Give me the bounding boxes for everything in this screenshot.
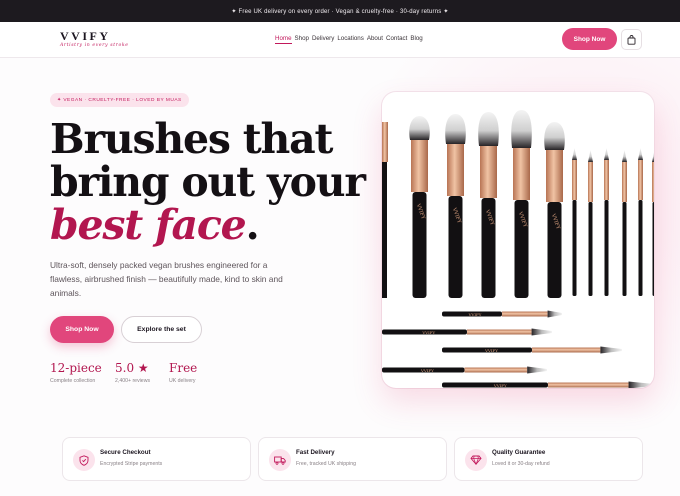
brush-ferrule xyxy=(652,162,654,202)
brush-bristles xyxy=(638,148,643,160)
feature-title: Fast Delivery xyxy=(296,449,335,456)
brush-handle xyxy=(604,200,609,296)
nav-links: Home Shop Delivery Locations About Conta… xyxy=(275,34,423,44)
product-image-card: VVIFY VVIFY VVIFY VVIFY VVIFY VVIFY VVIFY VVIFY… xyxy=(382,92,654,388)
brush-handle xyxy=(622,202,627,296)
brush-ferrule xyxy=(638,160,643,200)
feature-title: Secure Checkout xyxy=(100,449,151,456)
brush-bristles xyxy=(652,152,654,162)
diamond-icon xyxy=(470,455,482,465)
announcement-bar: ✦ Free UK delivery on every order · Vega… xyxy=(0,0,680,22)
brush-bristles xyxy=(511,110,532,148)
nav-link-delivery[interactable]: Delivery xyxy=(312,34,334,44)
brush-logo-text: VVIFY xyxy=(493,383,507,388)
stat-rating: 5.0 ★ 2,400+ reviews xyxy=(115,361,151,385)
brush-bristles xyxy=(478,112,499,146)
brush-bristles xyxy=(445,114,466,144)
brush-bristles xyxy=(604,148,609,160)
explore-set-button[interactable]: Explore the set xyxy=(121,316,202,343)
hero-badge: ✦ VEGAN · CRUELTY-FREE · LOVED BY MUAS xyxy=(50,93,189,107)
brush-bristles xyxy=(622,150,627,162)
stat-value: 12-piece xyxy=(50,361,102,375)
hero-title-line1: Brushes that xyxy=(50,115,333,163)
brush-logo-text: VVIFY xyxy=(421,330,435,335)
brush-ferrule xyxy=(382,122,388,162)
truck-icon xyxy=(274,456,286,465)
brush-ferrule xyxy=(604,160,609,200)
brand-tagline: Artistry in every stroke xyxy=(60,43,129,48)
feature-icon-wrap xyxy=(269,449,291,471)
feature-secure-checkout: Secure Checkout Encrypted Stripe payment… xyxy=(62,437,251,481)
stat-value: Free xyxy=(169,361,198,375)
hero-title-line3: best face. xyxy=(50,204,365,247)
brush-ferrule xyxy=(546,150,563,202)
nav-link-shop[interactable]: Shop xyxy=(295,34,309,44)
brush-ferrule xyxy=(447,144,464,196)
brush-bristles xyxy=(547,310,562,318)
brush-bristles xyxy=(588,150,593,162)
stat-label: 2,400+ reviews xyxy=(115,378,151,384)
brush-bristles xyxy=(572,148,577,160)
brush-ferrule xyxy=(588,162,593,202)
hero-shop-now-button[interactable]: Shop Now xyxy=(50,316,114,343)
stat-delivery: Free UK delivery xyxy=(169,361,198,385)
feature-description: Encrypted Stripe payments xyxy=(100,461,163,467)
nav-link-about[interactable]: About xyxy=(367,34,383,44)
brush-ferrule xyxy=(513,148,530,200)
feature-fast-delivery: Fast Delivery Free, tracked UK shipping xyxy=(258,437,447,481)
brush-handle xyxy=(588,202,593,296)
feature-title: Quality Guarantee xyxy=(492,449,546,456)
brand-logo[interactable]: VVIFY Artistry in every stroke xyxy=(60,30,129,48)
brush-ferrule xyxy=(464,367,528,373)
brush-ferrule xyxy=(532,347,601,353)
hero-title-emphasis: best face xyxy=(50,201,247,249)
brush-ferrule xyxy=(480,146,497,198)
stat-value: 5.0 ★ xyxy=(115,361,149,375)
shopping-bag-icon xyxy=(627,34,636,45)
feature-quality-guarantee: Quality Guarantee Loved it or 30-day ref… xyxy=(454,437,643,481)
brush-bristles xyxy=(544,122,565,150)
brush-handle xyxy=(382,162,387,298)
brush-bristles xyxy=(409,116,430,140)
brush-bristles xyxy=(600,346,622,354)
feature-icon-wrap xyxy=(465,449,487,471)
brush-ferrule xyxy=(467,329,532,335)
brush-ferrule xyxy=(622,162,627,202)
hero-title: Brushes that bring out your best face. xyxy=(50,115,366,247)
brush-set-image: VVIFY VVIFY VVIFY VVIFY VVIFYVVIFYVVIFYVVIFY… xyxy=(382,110,654,388)
hero-title-period: . xyxy=(245,201,260,249)
hero-description: Ultra-soft, densely packed vegan brushes… xyxy=(50,260,283,298)
stat-pieces: 12-piece Complete collection xyxy=(50,361,102,385)
brush-logo-text: VVIFY xyxy=(420,368,434,373)
stat-label: Complete collection xyxy=(50,378,96,384)
announcement-text: ✦ Free UK delivery on every order · Vega… xyxy=(231,8,449,15)
brush-ferrule xyxy=(502,311,548,317)
nav-link-locations[interactable]: Locations xyxy=(337,34,364,44)
brush-logo-text: VVIFY xyxy=(484,348,498,353)
brush-handle xyxy=(572,200,577,296)
brush-bristles xyxy=(527,366,547,374)
brush-handle xyxy=(652,202,654,296)
brush-logo-text: VVIFY xyxy=(468,312,482,317)
brush-handle xyxy=(638,200,643,296)
nav-link-blog[interactable]: Blog xyxy=(410,34,422,44)
brush-bristles xyxy=(531,328,552,336)
feature-description: Loved it or 30-day refund xyxy=(492,461,550,467)
nav-link-contact[interactable]: Contact xyxy=(386,34,407,44)
cart-button[interactable] xyxy=(621,29,642,50)
brush-ferrule xyxy=(572,160,577,200)
shield-icon xyxy=(79,454,89,466)
feature-icon-wrap xyxy=(73,449,95,471)
nav-link-home[interactable]: Home xyxy=(275,34,292,44)
brand-name: VVIFY xyxy=(60,29,111,43)
brush-ferrule xyxy=(411,140,428,192)
brush-ferrule xyxy=(548,382,629,388)
hero-title-line2: bring out your xyxy=(50,158,366,206)
feature-description: Free, tracked UK shipping xyxy=(296,461,356,467)
header-nav: VVIFY Artistry in every stroke Home Shop… xyxy=(0,22,680,58)
nav-shop-now-button[interactable]: Shop Now xyxy=(562,28,617,50)
stat-label: UK delivery xyxy=(169,378,196,384)
